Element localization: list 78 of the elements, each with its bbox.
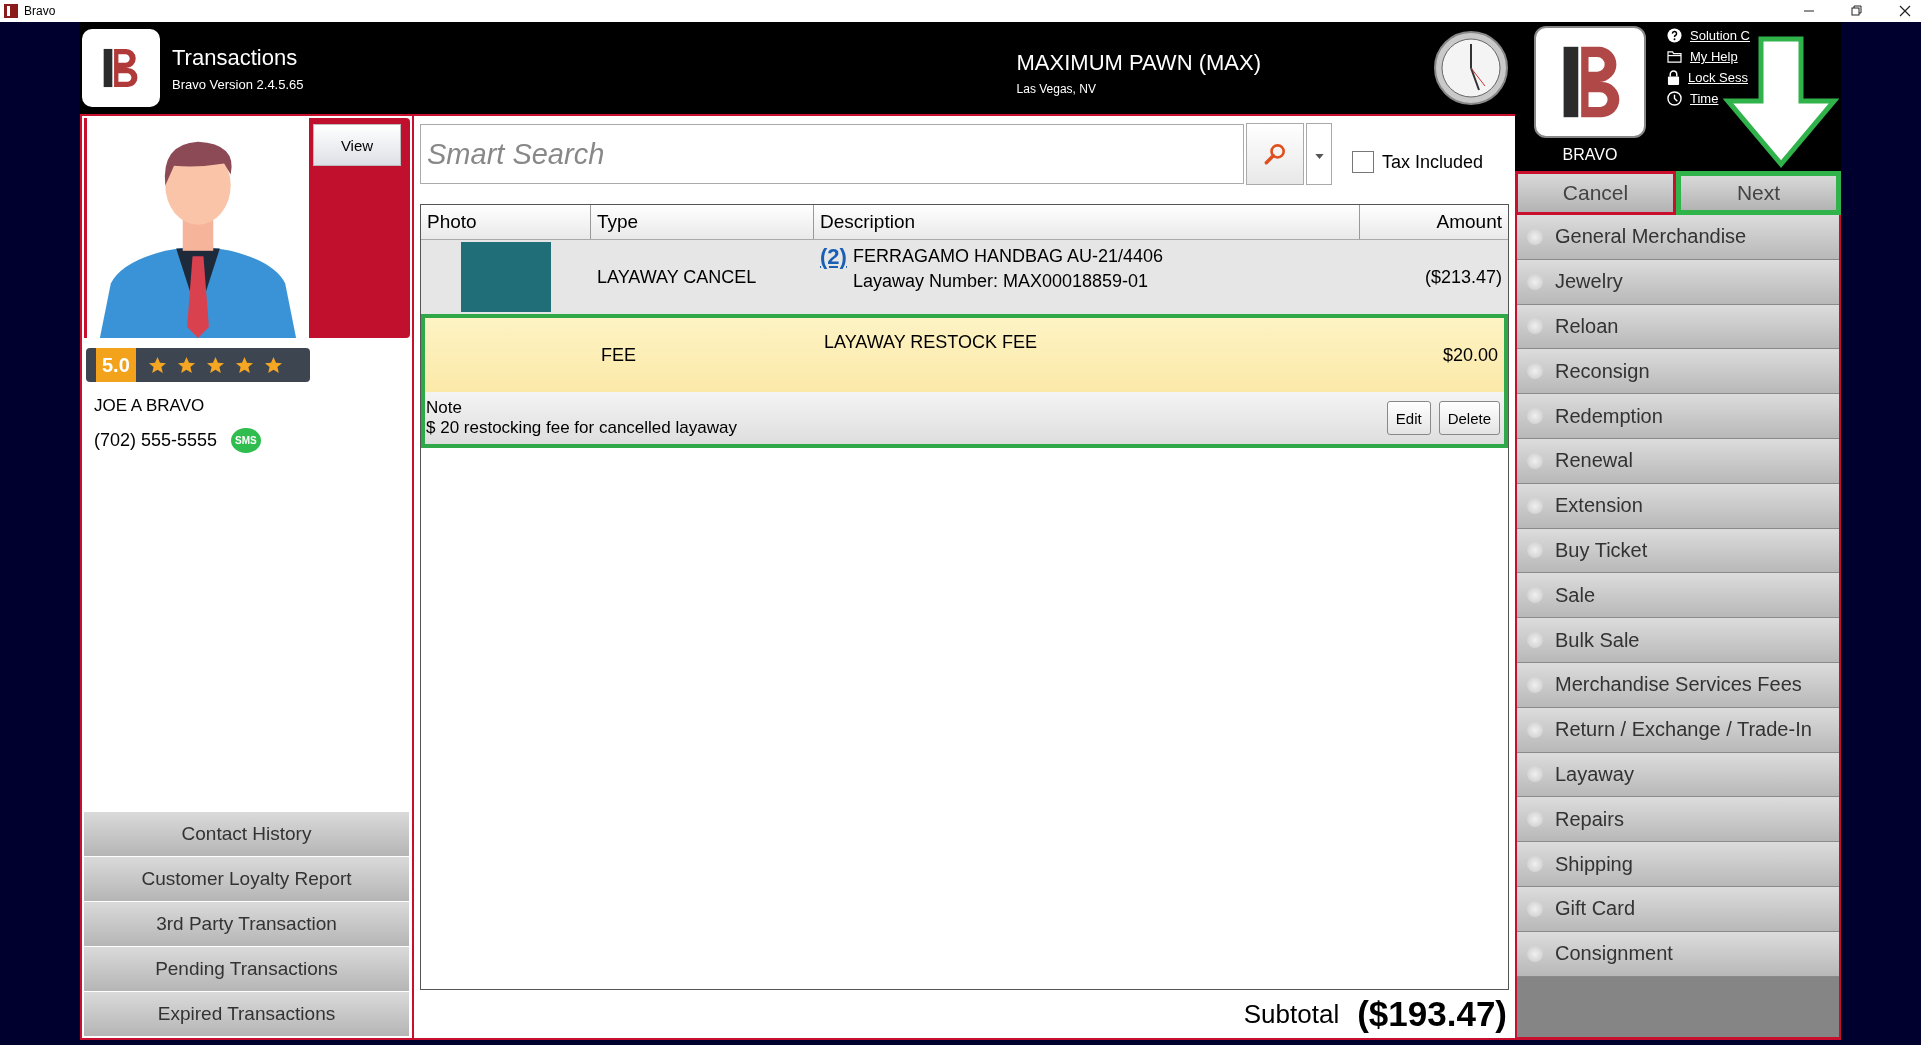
transaction-type-item[interactable]: Consignment [1517,931,1839,977]
transaction-type-item[interactable]: Reconsign [1517,349,1839,395]
transaction-type-item[interactable]: Return / Exchange / Trade-In [1517,707,1839,753]
column-header[interactable]: Amount [1360,205,1508,239]
store-location: Las Vegas, NV [1016,82,1097,96]
transaction-type-item[interactable]: Sale [1517,573,1839,619]
logo-icon [82,29,160,107]
subtotal-label: Subtotal [1243,998,1340,1030]
transaction-type-item[interactable]: Redemption [1517,394,1839,439]
transaction-type-item[interactable]: Extension [1517,483,1839,529]
transaction-type-item[interactable]: Buy Ticket [1517,528,1839,574]
search-field[interactable]: Smart Search [420,124,1244,184]
customer-name: JOE A BRAVO [94,396,206,416]
star-icon [234,355,254,375]
transaction-type-item[interactable]: Reloan [1517,304,1839,350]
column-header[interactable]: Type [591,205,814,239]
transaction-type-item[interactable]: Layaway [1517,752,1839,798]
clock-icon [1433,30,1509,106]
window-title: Bravo [24,4,56,18]
table-cell-text: LAYAWAY CANCEL [596,265,758,289]
rating-score: 5.0 [96,348,136,382]
lock-icon [1667,70,1680,85]
folder-icon [1667,50,1682,63]
header-link[interactable]: My Help [1690,49,1738,64]
store-name: MAXIMUM PAWN (MAX) [1016,50,1261,76]
screen-title: Transactions [172,44,299,71]
note-label: Note [426,398,463,418]
version-label: Bravo Version 2.4.5.65 [172,76,304,92]
caret-icon [1314,153,1324,159]
search-button[interactable] [1246,123,1304,185]
transaction-type-item[interactable]: General Merchandise [1517,215,1839,260]
item-description: FERRAGAMO HANDBAG AU-21/4406 [852,246,1163,267]
cancel-button[interactable]: Cancel [1515,171,1676,215]
dropdown-button[interactable] [1306,123,1332,185]
clock-icon [1667,91,1682,106]
row-action-button[interactable]: Delete [1438,401,1500,435]
customer-action-button[interactable]: Contact History [84,812,409,856]
transaction-type-item[interactable]: Repairs [1517,797,1839,843]
transaction-type-item[interactable]: Merchandise Services Fees [1517,662,1839,708]
quantity-link[interactable]: (2) [820,244,847,270]
user-logo-icon [1534,26,1646,138]
star-icon [263,355,283,375]
transaction-type-item[interactable]: Gift Card [1517,886,1839,932]
transaction-type-item[interactable]: Jewelry [1517,259,1839,305]
note-text: $ 20 restocking fee for cancelled layaway [426,418,738,438]
customer-phone: (702) 555-5555 [94,430,218,451]
amount-cell-text: $20.00 [1441,343,1499,367]
customer-action-button[interactable]: 3rd Party Transaction [84,902,409,946]
transaction-type-item[interactable]: Renewal [1517,439,1839,484]
amount-cell-text: ($213.47) [1423,265,1503,289]
app-icon [4,4,18,18]
help-icon [1667,28,1682,43]
customer-action-button[interactable]: Expired Transactions [84,992,409,1036]
table-cell-text: FEE [600,343,637,367]
user-name: BRAVO [1562,146,1618,164]
tax-included-label: Tax Included [1382,151,1484,173]
restore-icon[interactable] [1851,5,1863,17]
customer-action-button[interactable]: Pending Transactions [84,947,409,991]
next-button[interactable]: Next [1676,171,1841,215]
tax-included-checkbox[interactable] [1352,151,1374,173]
column-header[interactable]: Photo [421,205,591,239]
header-link[interactable]: Time [1690,91,1719,106]
layaway-number: Layaway Number: MAX00018859-01 [852,271,1150,292]
header-link[interactable]: Lock Sess [1688,70,1748,85]
star-icon [147,355,167,375]
view-button[interactable]: View [313,124,401,166]
header-link[interactable]: Solution C [1690,28,1750,43]
column-header[interactable]: Description [814,205,1360,239]
star-icon [176,355,196,375]
customer-action-button[interactable]: Customer Loyalty Report [84,857,409,901]
row-action-button[interactable]: Edit [1386,401,1431,435]
table-cell: LAYAWAY RESTOCK FEE [824,332,1038,353]
star-icon [205,355,225,375]
transaction-type-item[interactable]: Shipping [1517,842,1839,887]
search-icon [1262,141,1288,167]
subtotal-value: ($193.47) [1357,994,1507,1034]
transaction-type-item[interactable]: Bulk Sale [1517,618,1839,663]
close-icon[interactable] [1899,5,1911,17]
